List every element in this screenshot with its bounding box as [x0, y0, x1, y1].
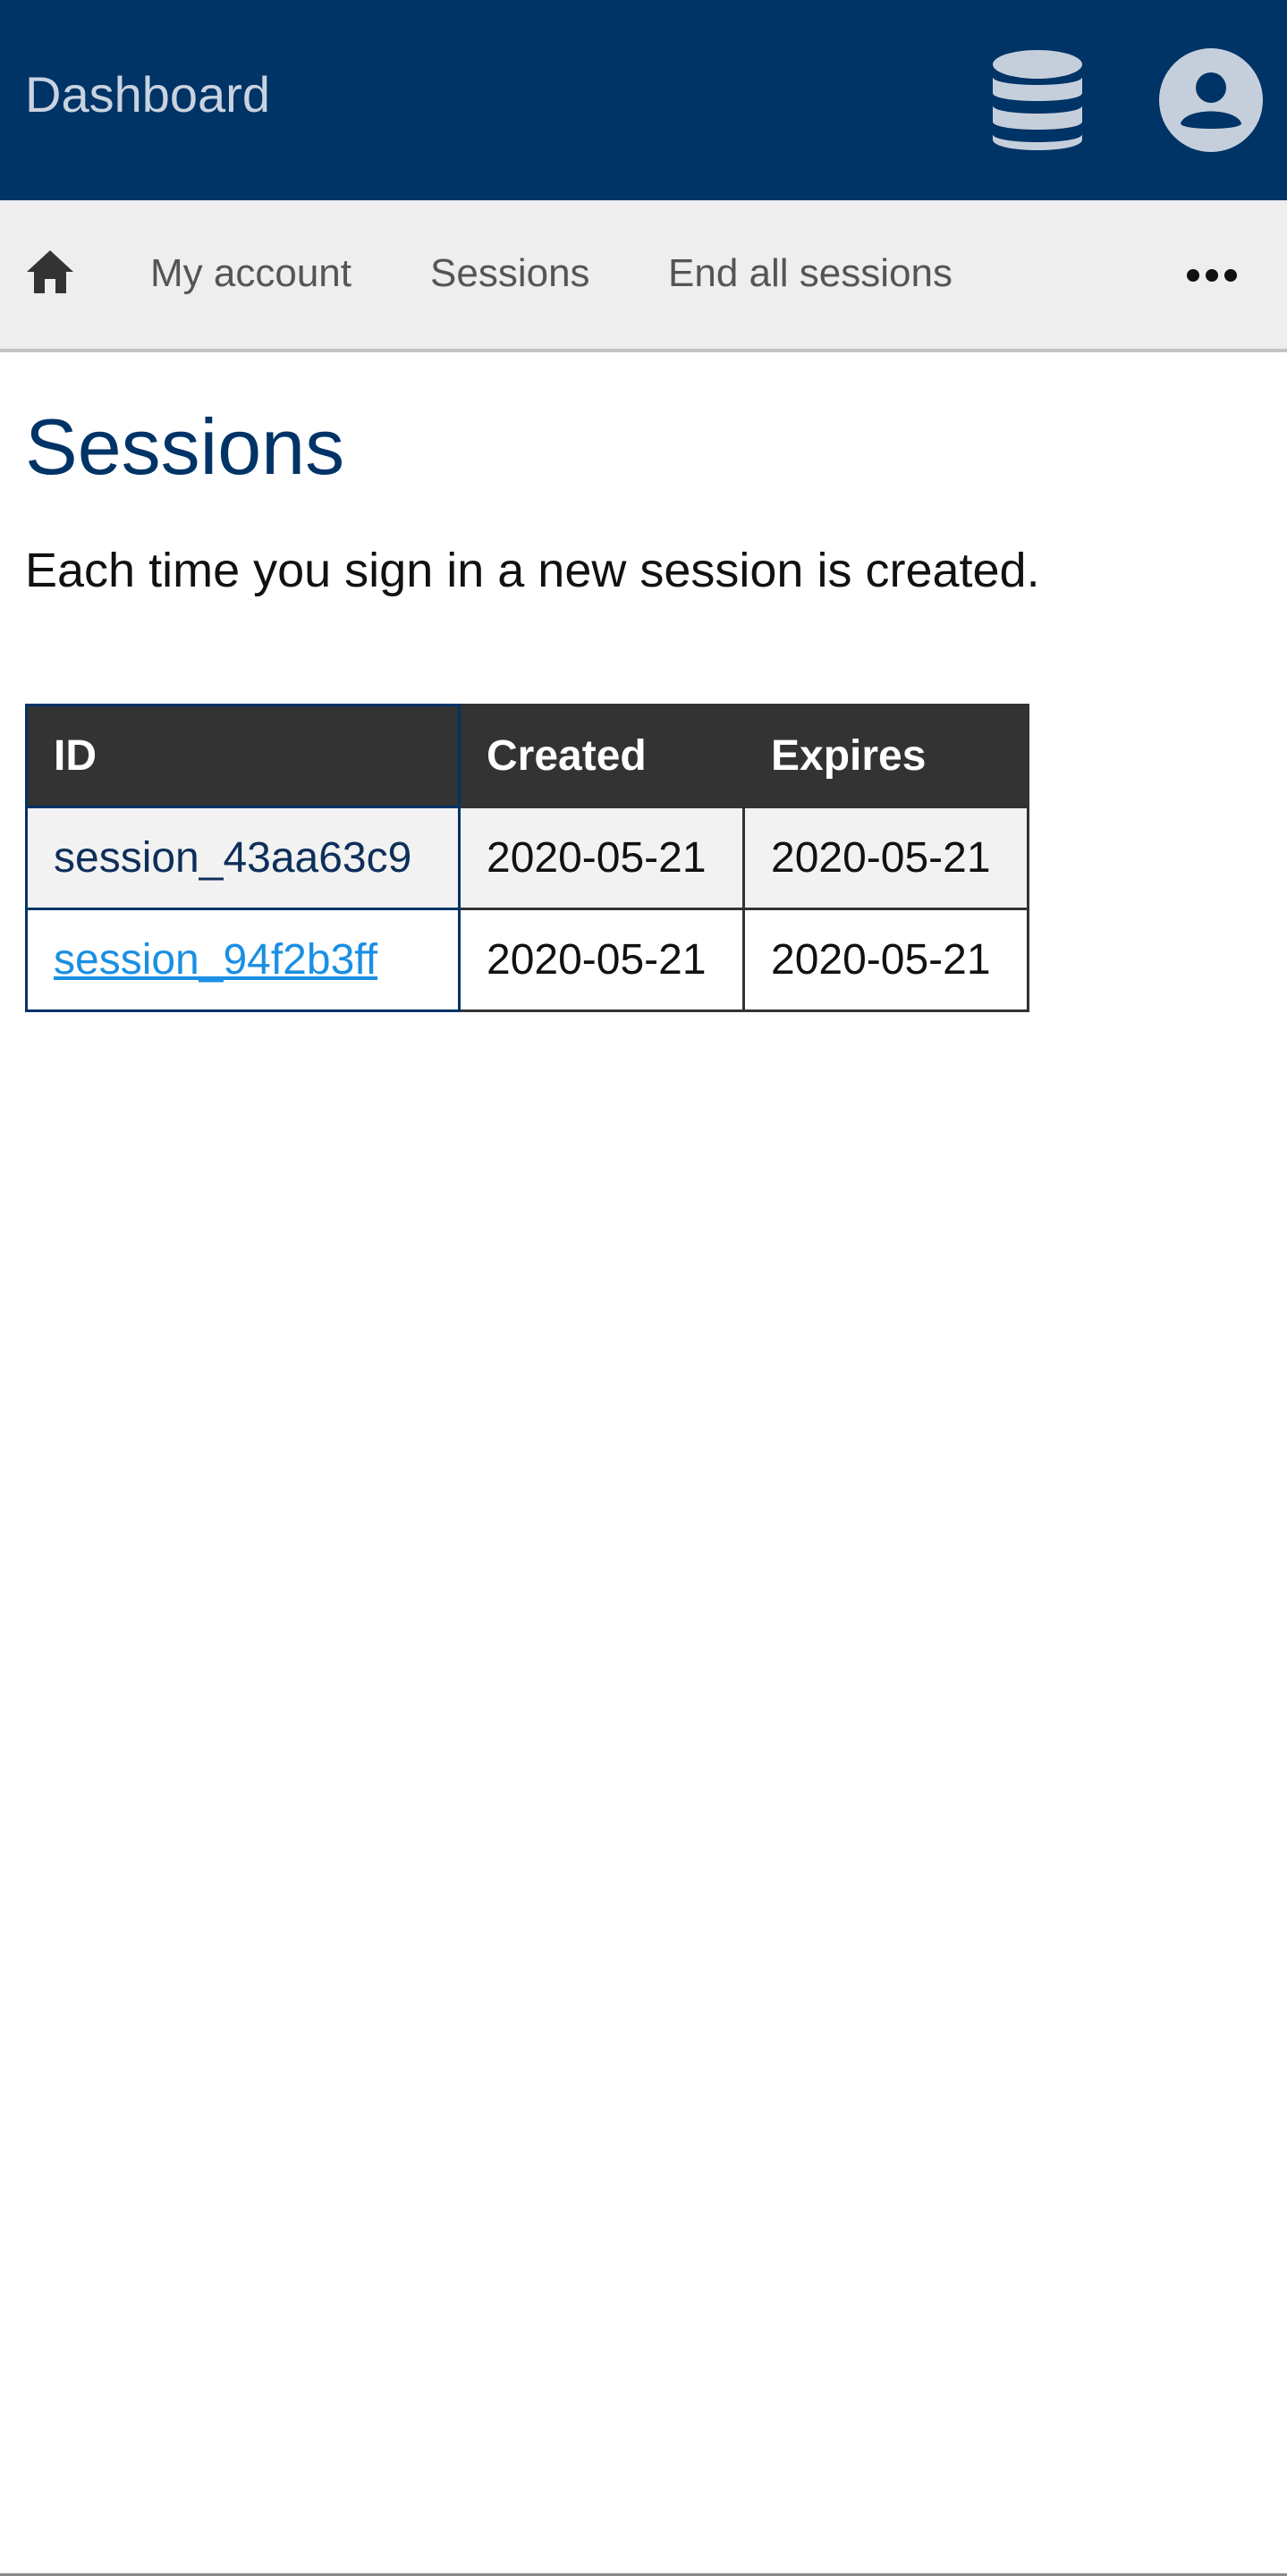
nav-my-account[interactable]: My account — [150, 250, 351, 297]
column-header-id[interactable]: ID — [25, 704, 461, 808]
column-header-created[interactable]: Created — [458, 704, 745, 808]
session-id[interactable]: session_43aa63c9 — [54, 834, 411, 882]
database-button[interactable] — [987, 46, 1088, 154]
intro-text: Each time you sign in a new session is c… — [25, 544, 1040, 597]
column-header-expires[interactable]: Expires — [742, 704, 1029, 808]
session-link[interactable]: session_94f2b3ff — [54, 936, 377, 984]
more-menu-button[interactable] — [1186, 265, 1238, 286]
dashboard-link[interactable]: Dashboard — [25, 64, 270, 125]
home-icon — [27, 250, 73, 293]
user-menu-button[interactable] — [1159, 48, 1263, 152]
table-row: session_43aa63c9 2020-05-21 2020-05-21 — [25, 806, 1029, 910]
nav-sessions[interactable]: Sessions — [430, 250, 590, 297]
nav-end-all-sessions[interactable]: End all sessions — [668, 250, 953, 297]
session-id-cell: session_43aa63c9 — [25, 806, 461, 910]
main-nav: My account Sessions End all sessions — [0, 200, 1287, 352]
created-cell: 2020-05-21 — [458, 908, 745, 1012]
created-cell: 2020-05-21 — [458, 806, 745, 910]
home-button[interactable] — [25, 247, 75, 297]
expires-cell: 2020-05-21 — [742, 908, 1029, 1012]
page-title: Sessions — [25, 402, 345, 491]
table-row: session_94f2b3ff 2020-05-21 2020-05-21 — [25, 908, 1029, 1012]
top-header: Dashboard — [0, 0, 1287, 200]
database-icon — [993, 50, 1082, 150]
expires-cell: 2020-05-21 — [742, 806, 1029, 910]
session-id-cell: session_94f2b3ff — [25, 908, 461, 1012]
more-horizontal-icon — [1187, 269, 1237, 282]
table-header-row: ID Created Expires — [25, 704, 1029, 808]
user-circle-icon — [1159, 48, 1263, 152]
sessions-table: ID Created Expires session_43aa63c9 2020… — [25, 704, 1029, 1012]
